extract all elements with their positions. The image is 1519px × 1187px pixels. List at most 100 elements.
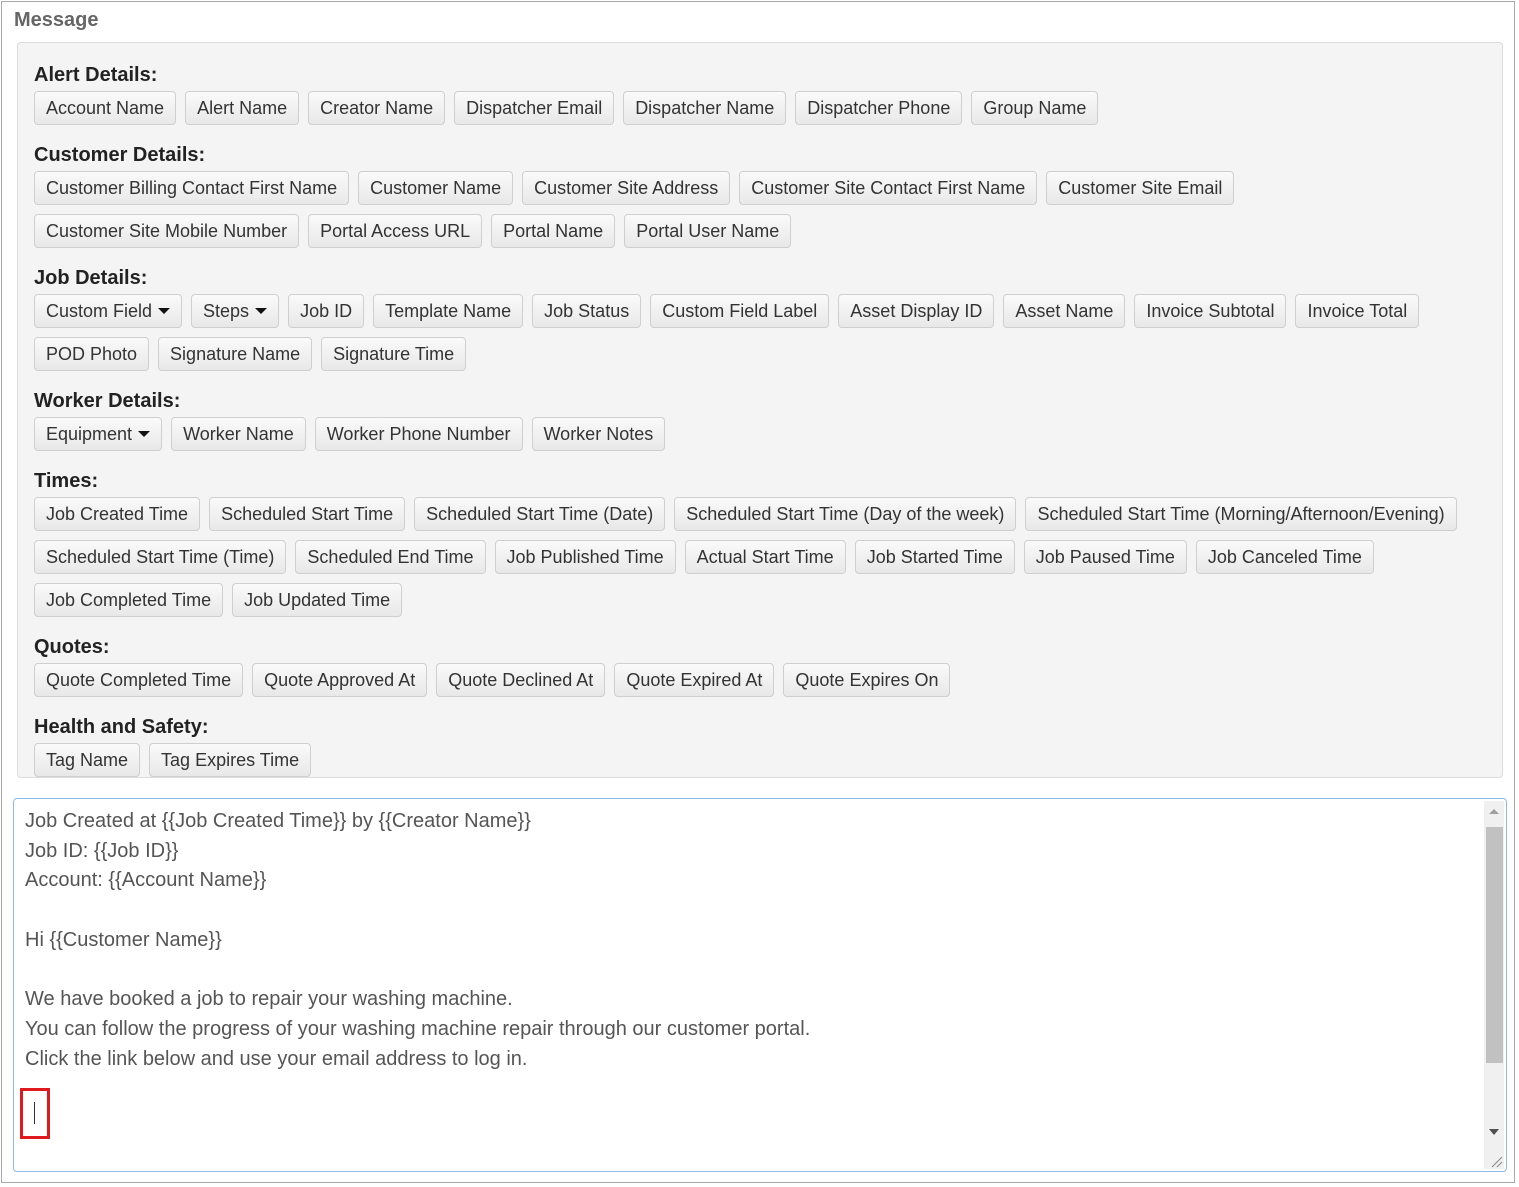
insert-customer-name-button[interactable]: Customer Name xyxy=(358,171,514,205)
insert-job-status-button[interactable]: Job Status xyxy=(532,294,642,328)
insert-custom-field-label-button[interactable]: Custom Field Label xyxy=(650,294,830,328)
insert-custom-field-button[interactable]: Custom Field xyxy=(34,294,183,328)
insert-dispatcher-phone-button[interactable]: Dispatcher Phone xyxy=(795,91,963,125)
insert-creator-name-button[interactable]: Creator Name xyxy=(308,91,446,125)
insert-dispatcher-name-button[interactable]: Dispatcher Name xyxy=(623,91,787,125)
insert-scheduled-start-time-morning-afternoon-evening-button[interactable]: Scheduled Start Time (Morning/Afternoon/… xyxy=(1025,497,1457,531)
insert-asset-display-id-button[interactable]: Asset Display ID xyxy=(838,294,995,328)
message-editor[interactable]: Job Created at {{Job Created Time}} by {… xyxy=(13,798,1507,1172)
button-label: Signature Time xyxy=(333,344,455,364)
insert-signature-time-button[interactable]: Signature Time xyxy=(321,337,467,371)
insert-scheduled-start-time-time-button[interactable]: Scheduled Start Time (Time) xyxy=(34,540,287,574)
insert-actual-start-time-button[interactable]: Actual Start Time xyxy=(684,540,846,574)
resize-grip-icon[interactable] xyxy=(1489,1154,1503,1168)
message-text[interactable]: Job Created at {{Job Created Time}} by {… xyxy=(25,807,1475,1104)
button-label: Scheduled Start Time (Time) xyxy=(46,547,275,567)
insert-job-updated-time-button[interactable]: Job Updated Time xyxy=(232,583,403,617)
insert-scheduled-start-time-button[interactable]: Scheduled Start Time xyxy=(209,497,406,531)
button-label: Quote Completed Time xyxy=(46,670,232,690)
insert-signature-name-button[interactable]: Signature Name xyxy=(158,337,313,371)
insert-invoice-subtotal-button[interactable]: Invoice Subtotal xyxy=(1134,294,1287,328)
button-label: Worker Phone Number xyxy=(326,424,511,444)
button-row: Custom Field Steps Job ID Template Name Job … xyxy=(34,294,1486,337)
button-label: Dispatcher Name xyxy=(635,98,775,118)
insert-quote-completed-time-button[interactable]: Quote Completed Time xyxy=(34,663,244,697)
caret-down-icon xyxy=(158,308,171,314)
button-label: Quote Expired At xyxy=(626,670,763,690)
scroll-up-arrow-icon[interactable] xyxy=(1489,809,1499,814)
button-label: Dispatcher Email xyxy=(466,98,603,118)
insert-job-canceled-time-button[interactable]: Job Canceled Time xyxy=(1195,540,1374,574)
button-label: Quote Expires On xyxy=(795,670,939,690)
insert-quote-declined-at-button[interactable]: Quote Declined At xyxy=(436,663,606,697)
button-row: Account Name Alert Name Creator Name Dispat… xyxy=(34,91,1486,134)
insert-customer-site-mobile-number-button[interactable]: Customer Site Mobile Number xyxy=(34,214,300,248)
insert-portal-access-url-button[interactable]: Portal Access URL xyxy=(308,214,483,248)
scroll-thumb[interactable] xyxy=(1486,827,1503,1063)
insert-steps-button[interactable]: Steps xyxy=(191,294,280,328)
insert-scheduled-end-time-button[interactable]: Scheduled End Time xyxy=(295,540,486,574)
button-label: Tag Name xyxy=(46,750,129,770)
scroll-down-arrow-icon[interactable] xyxy=(1489,1129,1499,1135)
button-row: Customer Site Mobile Number Portal Access… xyxy=(34,214,1486,257)
button-label: Quote Declined At xyxy=(448,670,594,690)
insert-portal-name-button[interactable]: Portal Name xyxy=(491,214,616,248)
insert-job-id-button[interactable]: Job ID xyxy=(288,294,365,328)
button-label: Equipment xyxy=(46,424,133,444)
insert-job-started-time-button[interactable]: Job Started Time xyxy=(854,540,1015,574)
insert-customer-billing-contact-first-name-button[interactable]: Customer Billing Contact First Name xyxy=(34,171,350,205)
insert-job-completed-time-button[interactable]: Job Completed Time xyxy=(34,583,224,617)
insert-worker-name-button[interactable]: Worker Name xyxy=(171,417,306,451)
button-label: Customer Name xyxy=(370,178,502,198)
insert-account-name-button[interactable]: Account Name xyxy=(34,91,177,125)
message-label: Message xyxy=(14,9,99,31)
insert-job-published-time-button[interactable]: Job Published Time xyxy=(494,540,676,574)
insert-customer-site-address-button[interactable]: Customer Site Address xyxy=(522,171,731,205)
insert-dispatcher-email-button[interactable]: Dispatcher Email xyxy=(454,91,615,125)
section-buttons: Account Name Alert Name Creator Name Dispat… xyxy=(34,91,1486,134)
button-label: Customer Site Address xyxy=(534,178,719,198)
insert-group-name-button[interactable]: Group Name xyxy=(971,91,1099,125)
button-label: Scheduled Start Time (Day of the week) xyxy=(686,504,1005,524)
button-label: Asset Display ID xyxy=(850,301,983,321)
insert-tag-expires-time-button[interactable]: Tag Expires Time xyxy=(149,743,312,777)
button-label: Actual Start Time xyxy=(696,547,834,567)
insert-pod-photo-button[interactable]: POD Photo xyxy=(34,337,150,371)
insert-portal-user-name-button[interactable]: Portal User Name xyxy=(624,214,792,248)
caret-down-icon xyxy=(255,308,268,314)
insert-customer-site-contact-first-name-button[interactable]: Customer Site Contact First Name xyxy=(739,171,1038,205)
button-label: Invoice Subtotal xyxy=(1146,301,1275,321)
insert-worker-notes-button[interactable]: Worker Notes xyxy=(531,417,666,451)
button-label: Job Completed Time xyxy=(46,590,212,610)
insert-equipment-button[interactable]: Equipment xyxy=(34,417,163,451)
insert-scheduled-start-time-day-of-the-week-button[interactable]: Scheduled Start Time (Day of the week) xyxy=(674,497,1017,531)
insert-job-created-time-button[interactable]: Job Created Time xyxy=(34,497,201,531)
editor-scrollbar[interactable] xyxy=(1484,801,1504,1169)
button-label: Account Name xyxy=(46,98,165,118)
insert-quote-expires-on-button[interactable]: Quote Expires On xyxy=(783,663,951,697)
insert-worker-phone-number-button[interactable]: Worker Phone Number xyxy=(314,417,523,451)
button-label: Customer Site Mobile Number xyxy=(46,221,288,241)
button-label: Job Published Time xyxy=(506,547,664,567)
insert-template-name-button[interactable]: Template Name xyxy=(373,294,524,328)
section-buttons: Tag Name Tag Expires Time xyxy=(34,743,1486,786)
insert-job-paused-time-button[interactable]: Job Paused Time xyxy=(1023,540,1187,574)
button-label: Group Name xyxy=(983,98,1087,118)
insert-quote-expired-at-button[interactable]: Quote Expired At xyxy=(614,663,775,697)
insert-customer-site-email-button[interactable]: Customer Site Email xyxy=(1046,171,1235,205)
button-label: Job Created Time xyxy=(46,504,189,524)
button-row: Customer Billing Contact First Name Custo… xyxy=(34,171,1486,214)
insert-asset-name-button[interactable]: Asset Name xyxy=(1003,294,1126,328)
button-label: Alert Name xyxy=(197,98,288,118)
button-label: Portal Access URL xyxy=(320,221,471,241)
insert-invoice-total-button[interactable]: Invoice Total xyxy=(1295,294,1420,328)
section-buttons: Equipment Worker Name Worker Phone Number W… xyxy=(34,417,1486,460)
button-label: Job Status xyxy=(544,301,630,321)
section-title: Job Details: xyxy=(34,267,148,289)
insert-tag-name-button[interactable]: Tag Name xyxy=(34,743,141,777)
insert-alert-name-button[interactable]: Alert Name xyxy=(185,91,300,125)
button-label: Signature Name xyxy=(170,344,301,364)
insert-quote-approved-at-button[interactable]: Quote Approved At xyxy=(252,663,428,697)
insert-scheduled-start-time-date-button[interactable]: Scheduled Start Time (Date) xyxy=(414,497,666,531)
button-label: Worker Notes xyxy=(543,424,654,444)
